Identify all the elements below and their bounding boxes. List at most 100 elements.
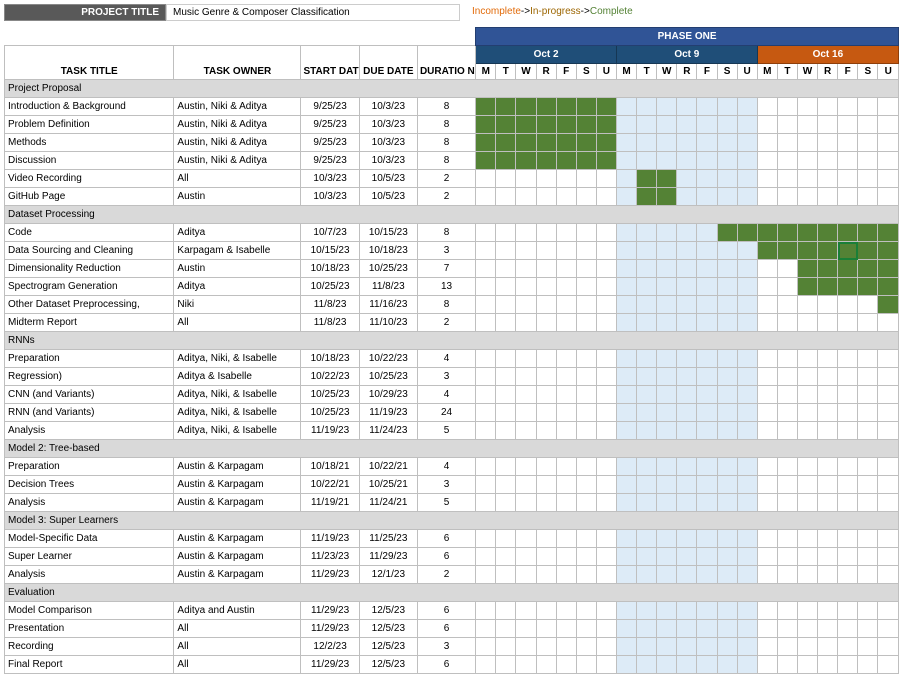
gantt-cell[interactable] <box>737 242 757 260</box>
gantt-cell[interactable] <box>616 134 636 152</box>
cell-start[interactable]: 10/15/23 <box>301 242 359 260</box>
cell-start[interactable]: 10/25/23 <box>301 404 359 422</box>
gantt-cell[interactable] <box>797 548 817 566</box>
gantt-cell[interactable] <box>516 152 536 170</box>
gantt-cell[interactable] <box>737 350 757 368</box>
cell-task[interactable]: Preparation <box>5 458 174 476</box>
gantt-cell[interactable] <box>516 116 536 134</box>
gantt-cell[interactable] <box>797 458 817 476</box>
gantt-cell[interactable] <box>576 620 596 638</box>
gantt-cell[interactable] <box>677 296 697 314</box>
gantt-cell[interactable] <box>556 260 576 278</box>
gantt-cell[interactable] <box>536 296 556 314</box>
gantt-cell[interactable] <box>818 476 838 494</box>
cell-dur[interactable]: 6 <box>417 548 475 566</box>
gantt-cell[interactable] <box>818 296 838 314</box>
gantt-cell[interactable] <box>677 530 697 548</box>
gantt-cell[interactable] <box>516 224 536 242</box>
gantt-cell[interactable] <box>737 224 757 242</box>
gantt-cell[interactable] <box>697 530 717 548</box>
gantt-cell[interactable] <box>797 638 817 656</box>
gantt-cell[interactable] <box>637 242 657 260</box>
cell-owner[interactable]: All <box>174 656 301 674</box>
cell-start[interactable]: 11/29/23 <box>301 620 359 638</box>
cell-dur[interactable]: 8 <box>417 134 475 152</box>
cell-start[interactable]: 11/8/23 <box>301 296 359 314</box>
gantt-cell[interactable] <box>717 116 737 134</box>
gantt-cell[interactable] <box>818 116 838 134</box>
gantt-cell[interactable] <box>576 152 596 170</box>
gantt-cell[interactable] <box>616 566 636 584</box>
gantt-cell[interactable] <box>476 152 496 170</box>
gantt-cell[interactable] <box>777 278 797 296</box>
gantt-cell[interactable] <box>657 386 677 404</box>
gantt-cell[interactable] <box>637 188 657 206</box>
gantt-cell[interactable] <box>858 530 878 548</box>
gantt-cell[interactable] <box>757 368 777 386</box>
cell-dur[interactable]: 3 <box>417 476 475 494</box>
gantt-cell[interactable] <box>677 656 697 674</box>
gantt-cell[interactable] <box>556 620 576 638</box>
gantt-cell[interactable] <box>476 134 496 152</box>
gantt-cell[interactable] <box>496 242 516 260</box>
gantt-cell[interactable] <box>818 368 838 386</box>
gantt-cell[interactable] <box>556 242 576 260</box>
gantt-cell[interactable] <box>496 278 516 296</box>
gantt-cell[interactable] <box>717 476 737 494</box>
gantt-cell[interactable] <box>657 350 677 368</box>
gantt-cell[interactable] <box>496 404 516 422</box>
cell-task[interactable]: RNN (and Variants) <box>5 404 174 422</box>
gantt-cell[interactable] <box>697 278 717 296</box>
gantt-cell[interactable] <box>878 620 899 638</box>
gantt-cell[interactable] <box>717 242 737 260</box>
gantt-cell[interactable] <box>677 188 697 206</box>
gantt-cell[interactable] <box>838 530 858 548</box>
gantt-cell[interactable] <box>496 134 516 152</box>
gantt-cell[interactable] <box>616 242 636 260</box>
cell-due[interactable]: 10/3/23 <box>359 116 417 134</box>
cell-owner[interactable]: Aditya, Niki, & Isabelle <box>174 422 301 440</box>
cell-owner[interactable]: Aditya, Niki, & Isabelle <box>174 350 301 368</box>
cell-due[interactable]: 10/3/23 <box>359 134 417 152</box>
gantt-cell[interactable] <box>677 242 697 260</box>
gantt-cell[interactable] <box>556 386 576 404</box>
gantt-cell[interactable] <box>717 602 737 620</box>
gantt-cell[interactable] <box>496 602 516 620</box>
cell-due[interactable]: 11/10/23 <box>359 314 417 332</box>
gantt-cell[interactable] <box>717 98 737 116</box>
cell-dur[interactable]: 2 <box>417 314 475 332</box>
gantt-cell[interactable] <box>476 404 496 422</box>
gantt-cell[interactable] <box>797 188 817 206</box>
gantt-cell[interactable] <box>697 566 717 584</box>
gantt-cell[interactable] <box>637 98 657 116</box>
gantt-cell[interactable] <box>657 278 677 296</box>
gantt-cell[interactable] <box>516 602 536 620</box>
gantt-cell[interactable] <box>697 98 717 116</box>
gantt-cell[interactable] <box>637 548 657 566</box>
gantt-cell[interactable] <box>717 278 737 296</box>
gantt-cell[interactable] <box>616 620 636 638</box>
gantt-cell[interactable] <box>637 314 657 332</box>
gantt-cell[interactable] <box>516 98 536 116</box>
gantt-cell[interactable] <box>576 548 596 566</box>
gantt-cell[interactable] <box>677 386 697 404</box>
cell-task[interactable]: Dimensionality Reduction <box>5 260 174 278</box>
gantt-cell[interactable] <box>616 170 636 188</box>
gantt-cell[interactable] <box>818 278 838 296</box>
gantt-cell[interactable] <box>536 350 556 368</box>
gantt-cell[interactable] <box>556 134 576 152</box>
gantt-cell[interactable] <box>576 476 596 494</box>
gantt-cell[interactable] <box>476 188 496 206</box>
gantt-cell[interactable] <box>556 170 576 188</box>
cell-owner[interactable]: Austin & Karpagam <box>174 548 301 566</box>
gantt-cell[interactable] <box>737 170 757 188</box>
gantt-cell[interactable] <box>858 314 878 332</box>
gantt-cell[interactable] <box>757 278 777 296</box>
gantt-cell[interactable] <box>737 134 757 152</box>
gantt-cell[interactable] <box>878 404 899 422</box>
gantt-cell[interactable] <box>717 638 737 656</box>
gantt-cell[interactable] <box>697 170 717 188</box>
gantt-cell[interactable] <box>596 224 616 242</box>
gantt-cell[interactable] <box>737 422 757 440</box>
gantt-cell[interactable] <box>616 458 636 476</box>
